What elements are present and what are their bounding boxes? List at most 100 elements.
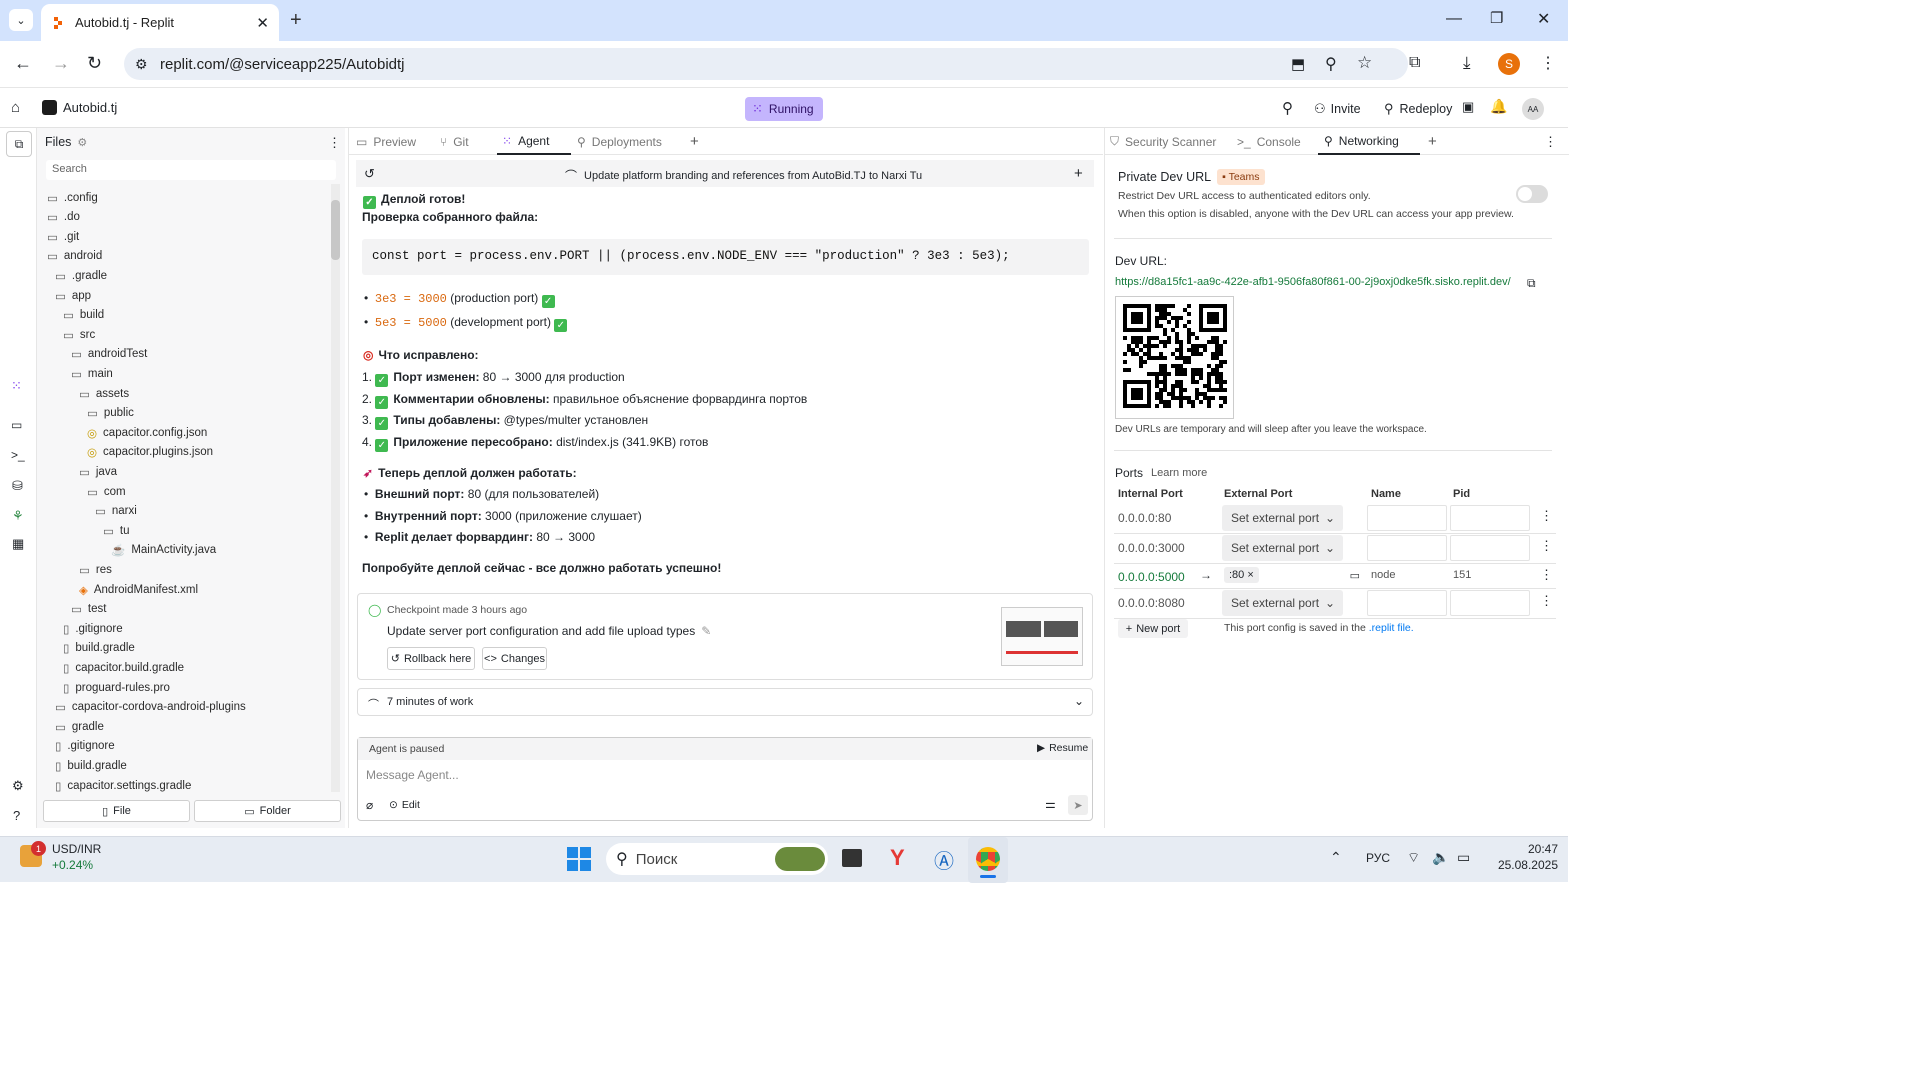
resume-button[interactable]: ▶ Resume [1037,742,1088,754]
restore-icon[interactable]: ❐ [1490,9,1503,27]
port-name-input[interactable] [1367,535,1447,561]
file-tree-item[interactable]: ▭ java [79,462,117,481]
clock-date[interactable]: 25.08.2025 [1488,858,1558,872]
checkpoint-screenshot[interactable] [1001,607,1083,666]
settings-sliders-icon[interactable]: ⚌ [1045,797,1056,811]
battery-icon[interactable]: ▭ [1457,849,1470,866]
file-tree-item[interactable]: ◎ capacitor.config.json [87,423,207,442]
help-icon[interactable]: ? [13,808,20,823]
file-tree-item[interactable]: ▭ .config [47,188,98,207]
file-tree-item[interactable]: ▭ app [55,286,91,305]
file-tree-item[interactable]: ▭ assets [79,384,129,403]
forward-icon[interactable]: → [52,53,70,74]
pencil-icon[interactable]: ✎ [701,624,711,638]
file-tree-item[interactable]: ▯ build.gradle [63,639,135,658]
file-tree-item[interactable]: ▭ capacitor-cordova-android-plugins [55,698,246,717]
deployments-icon[interactable]: ⚘ [12,508,24,524]
url-text[interactable]: replit.com/@serviceapp225/Autobidtj [160,56,405,73]
copy-icon[interactable]: ⧉ [1527,276,1536,291]
settings-icon[interactable]: ⚙ [12,778,24,794]
port-menu-icon[interactable]: ⋮ [1540,538,1553,554]
file-tree-item[interactable]: ▭ src [63,325,95,344]
files-tool-icon[interactable]: ⧉ [6,131,32,157]
monitor-icon[interactable]: ▭ [1350,569,1360,582]
add-tab-icon[interactable]: + [690,133,699,150]
deploy-menu-icon[interactable]: ▣ [1462,99,1474,115]
files-scrollbar[interactable] [331,184,340,792]
set-external-port-select[interactable]: Set external port ⌄ [1222,535,1343,561]
site-info-icon[interactable]: ⚙ [135,56,148,73]
port-menu-icon[interactable]: ⋮ [1540,593,1553,609]
edit-button[interactable]: ⊙ Edit [389,799,420,811]
invite-button[interactable]: ⚇ Invite [1310,97,1365,121]
external-port-field[interactable]: :80 × ▭ [1224,565,1368,585]
file-tree-item[interactable]: ▭ .do [47,208,80,227]
ticker-name[interactable]: USD/INR [52,842,101,856]
chevron-down-icon[interactable]: ⌄ [1074,694,1084,708]
extensions-icon[interactable]: ⧉ [1409,54,1420,72]
file-tree-item[interactable]: ▭ res [79,560,112,579]
new-tab-icon[interactable]: + [290,9,302,32]
preview-icon[interactable]: ▭ [11,418,22,432]
chrome-taskbar-button[interactable] [968,837,1008,883]
file-tree-item[interactable]: ▭ androidTest [71,345,147,364]
set-external-port-select[interactable]: Set external port ⌄ [1222,590,1343,616]
replit-file-link[interactable]: .replit file. [1369,622,1414,634]
file-tree-item[interactable]: ▯ capacitor.settings.gradle [55,776,191,795]
attach-icon[interactable]: ⌀ [366,798,373,812]
all-tools-icon[interactable]: ▦ [12,536,24,552]
tab-agent[interactable]: ⁙ Agent [497,128,571,155]
history-icon[interactable]: ↺ [364,166,375,182]
port-name-input[interactable] [1367,590,1447,616]
new-folder-button[interactable]: ▭ Folder [194,800,341,822]
file-tree-item[interactable]: ▭ tu [103,521,129,540]
private-url-toggle[interactable] [1516,185,1548,203]
chevron-up-icon[interactable]: ⌃ [1330,849,1342,866]
file-tree-item[interactable]: ▭ main [71,364,113,383]
tab-search-button[interactable]: ⌄ [9,9,33,31]
volume-icon[interactable]: 🔈 [1432,849,1449,866]
close-icon[interactable]: ✕ [256,14,269,32]
tab-preview[interactable]: ▭ Preview [356,128,440,155]
input-language[interactable]: РУС [1366,851,1390,865]
file-tree-item[interactable]: ◈ AndroidManifest.xml [79,580,198,599]
tab-networking[interactable]: ⚲ Networking [1318,128,1420,155]
minimize-icon[interactable]: — [1446,10,1462,28]
file-tree-item[interactable]: ▭ build [63,306,104,325]
files-settings-icon[interactable]: ⚙ [77,136,87,149]
send-button[interactable]: ➤ [1068,795,1088,815]
clock-time[interactable]: 20:47 [1508,842,1558,856]
user-avatar[interactable]: AA [1522,98,1544,120]
file-tree-item[interactable]: ▭ gradle [55,717,104,736]
port-menu-icon[interactable]: ⋮ [1540,508,1553,524]
run-status-button[interactable]: ⁙ Running [745,97,823,121]
workflows-icon[interactable]: ⁙ [11,378,22,394]
tab-deployments[interactable]: ⚲ Deployments [577,128,681,155]
new-thread-icon[interactable]: + [1074,165,1083,182]
window-close-icon[interactable]: ✕ [1537,9,1550,29]
learn-more-link[interactable]: Learn more [1151,467,1207,479]
download-icon[interactable]: ⤓ [1463,53,1471,73]
file-tree-item[interactable]: ▭ com [87,482,126,501]
search-icon[interactable]: ⚲ [1282,99,1293,117]
file-tree-item[interactable]: ▭ public [87,404,134,423]
zoom-icon[interactable]: ⚲ [1325,54,1337,74]
back-icon[interactable]: ← [14,53,32,74]
tab-git[interactable]: ⑂ Git [440,128,496,155]
remove-icon[interactable]: × [1247,569,1253,581]
file-tree-item[interactable]: ▯ .gitignore [63,619,123,638]
new-port-button[interactable]: + New port [1118,619,1188,638]
browser-tab-active[interactable]: Autobid.tj - Replit ✕ [41,4,279,41]
panel-menu-icon[interactable]: ⋮ [1544,134,1557,150]
files-search-input[interactable]: Search [46,160,336,180]
file-tree-item[interactable]: ▯ proguard-rules.pro [63,678,170,697]
taskbar-search[interactable]: ⚲ Поиск [606,843,828,875]
changes-button[interactable]: <> Changes [482,647,547,670]
rollback-button[interactable]: ↺ Rollback here [387,647,475,670]
file-tree-item[interactable]: ◎ capacitor.plugins.json [87,443,213,462]
file-tree-item[interactable]: ▭ test [71,600,106,619]
port-name-input[interactable] [1367,505,1447,531]
files-menu-icon[interactable]: ⋮ [328,135,341,151]
install-app-icon[interactable]: ⬒ [1291,55,1305,73]
file-tree-item[interactable]: ▯ build.gradle [55,756,127,775]
